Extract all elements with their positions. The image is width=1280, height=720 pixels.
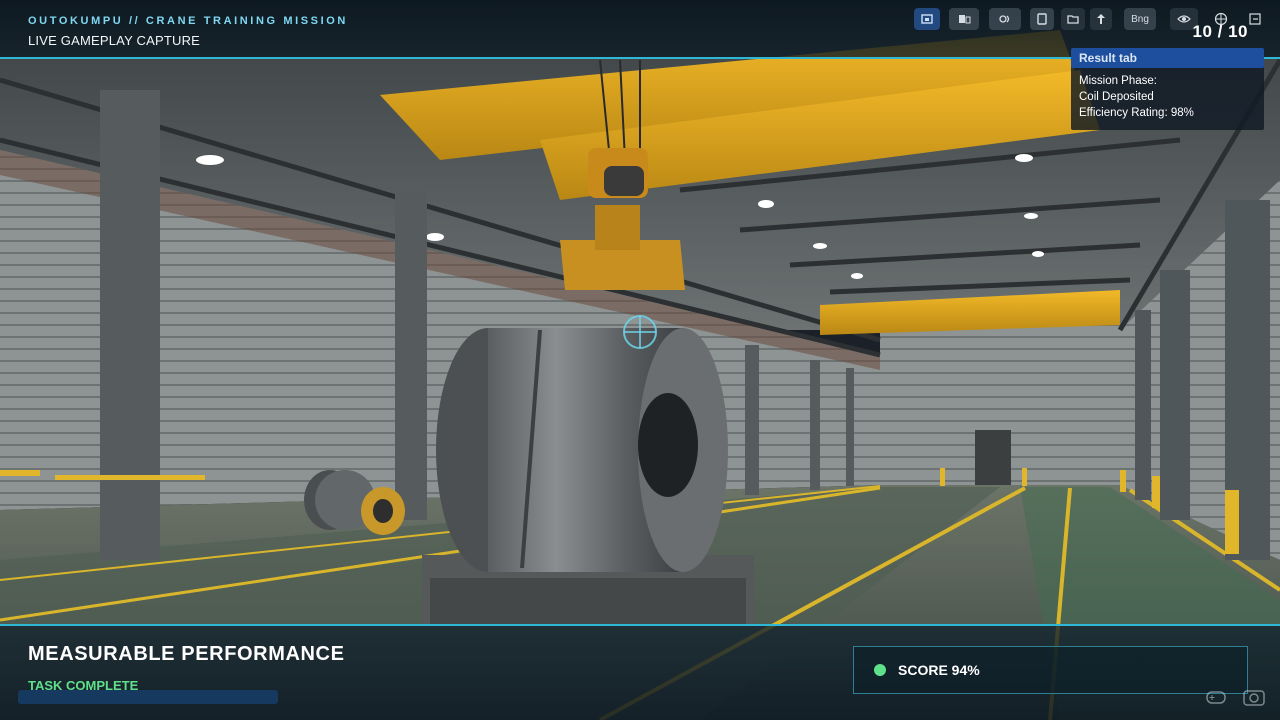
page-counter: 10 / 10: [1192, 22, 1248, 41]
result-line-phase-label: Mission Phase:: [1079, 75, 1157, 87]
crosshair-reticle-icon: [620, 312, 660, 352]
task-status: TASK COMPLETE: [28, 678, 139, 693]
text-badge[interactable]: Bng: [1124, 8, 1156, 30]
text-badge-label: Bng: [1131, 13, 1149, 25]
folder-icon[interactable]: [1061, 8, 1085, 30]
performance-title: MEASURABLE PERFORMANCE: [28, 643, 345, 665]
camera-icon[interactable]: [1241, 684, 1267, 710]
result-panel: Result tab Mission Phase: Coil Deposited…: [1071, 48, 1264, 130]
copy-icon[interactable]: [1030, 8, 1054, 30]
score-label: SCORE 94%: [898, 662, 980, 678]
cast-icon[interactable]: [914, 8, 940, 30]
audio-icon[interactable]: [989, 8, 1021, 30]
mission-title: OUTOKUMPU // CRANE TRAINING MISSION: [28, 15, 348, 27]
gamepad-icon[interactable]: [1203, 684, 1229, 710]
capture-label: LIVE GAMEPLAY CAPTURE: [28, 33, 201, 48]
result-tab[interactable]: Result tab: [1071, 48, 1264, 68]
upload-icon[interactable]: [1090, 8, 1112, 30]
result-line-efficiency: Efficiency Rating: 98%: [1079, 107, 1194, 119]
score-box: SCORE 94%: [853, 646, 1248, 694]
status-dot-icon: [874, 664, 886, 676]
result-line-phase-value: Coil Deposited: [1079, 91, 1154, 103]
layers-icon[interactable]: [949, 8, 979, 30]
